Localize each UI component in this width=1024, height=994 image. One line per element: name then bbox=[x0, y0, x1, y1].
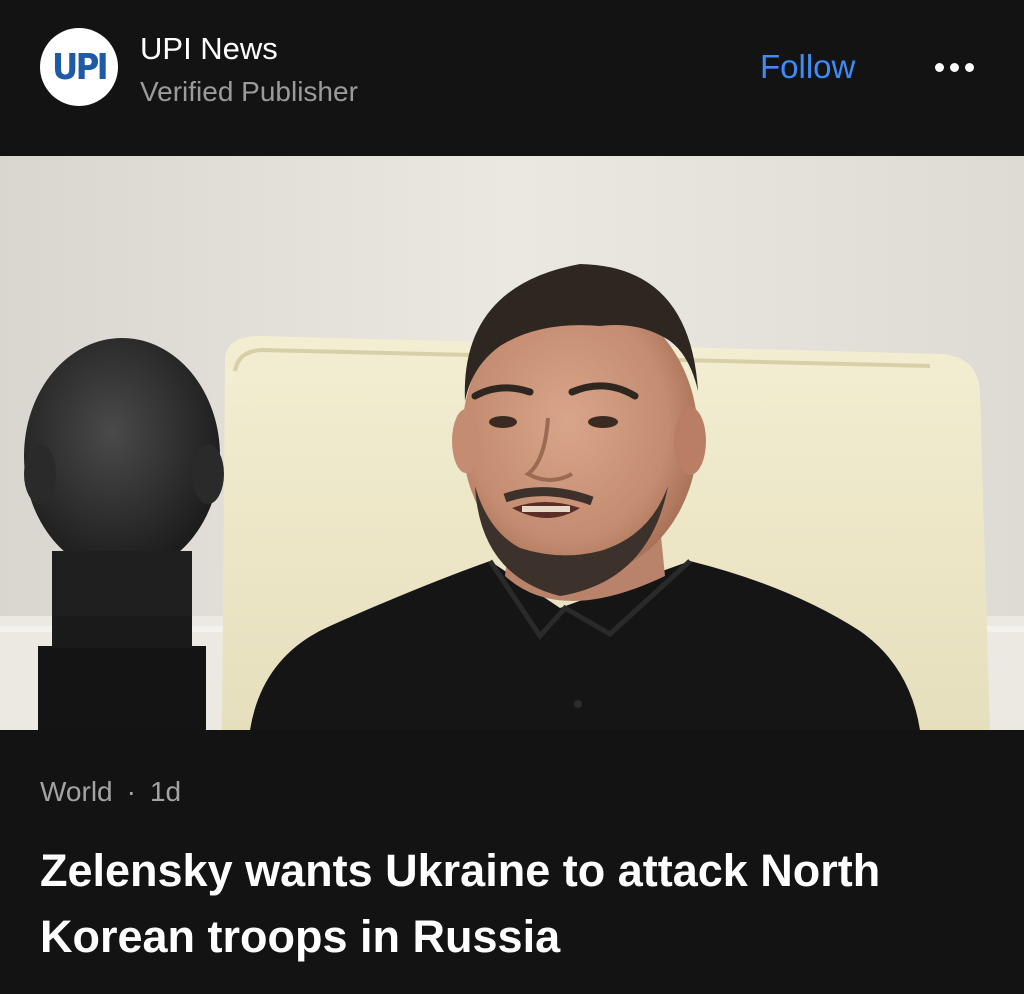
follow-button[interactable]: Follow bbox=[760, 48, 855, 86]
more-dot bbox=[934, 62, 944, 72]
article-photo-graphic bbox=[0, 156, 1024, 730]
more-dot bbox=[949, 62, 959, 72]
article-age: 1d bbox=[149, 776, 182, 807]
more-options-icon[interactable] bbox=[928, 52, 980, 82]
publisher-name[interactable]: UPI News bbox=[140, 31, 278, 67]
publisher-header: UPI UPI News Verified Publisher Follow bbox=[0, 0, 1024, 156]
article-headline[interactable]: Zelensky wants Ukraine to attack North K… bbox=[40, 838, 990, 970]
article-photo[interactable] bbox=[0, 156, 1024, 730]
article-meta: World · 1d bbox=[40, 776, 181, 808]
publisher-logo[interactable]: UPI bbox=[40, 28, 118, 106]
publisher-logo-text: UPI bbox=[51, 46, 109, 88]
more-dot bbox=[964, 62, 974, 72]
news-card: UPI UPI News Verified Publisher Follow W… bbox=[0, 0, 1024, 994]
meta-separator: · bbox=[126, 776, 136, 807]
publisher-verified-label: Verified Publisher bbox=[140, 76, 358, 107]
article-category[interactable]: World bbox=[40, 776, 113, 807]
